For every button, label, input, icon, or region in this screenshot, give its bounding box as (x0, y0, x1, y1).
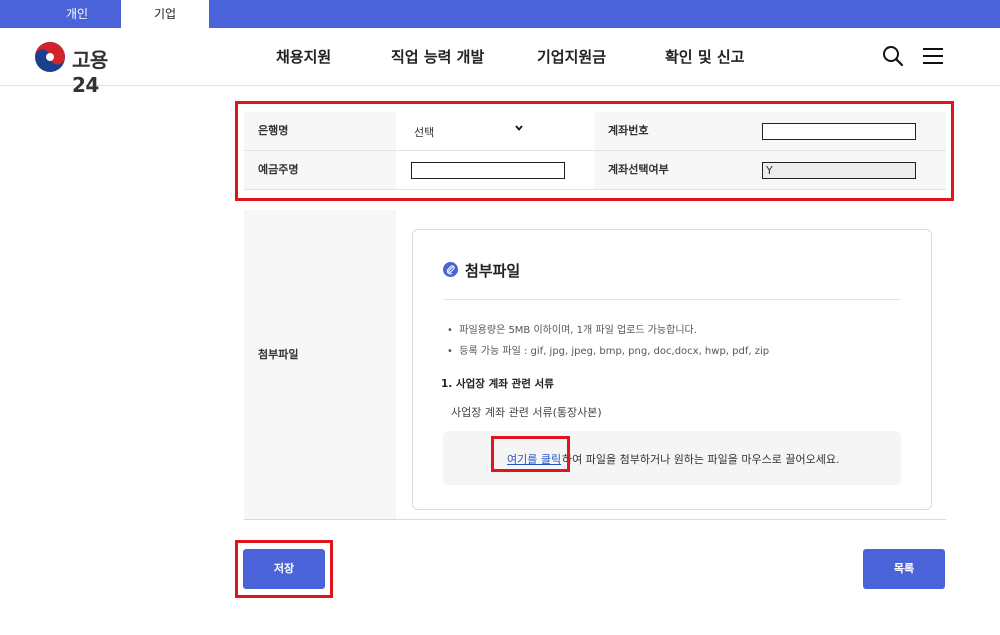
note-file-size-text: 파일용량은 5MB 이하이며, 1개 파일 업로드 가능합니다. (459, 325, 697, 336)
highlight-box-click-here (491, 436, 570, 472)
attachment-row: 첨부파일 첨부파일 • 파일용량은 5MB 이하이며, 1개 파일 업로드 가능… (244, 210, 946, 520)
nav-confirmation-report[interactable]: 확인 및 신고 (665, 46, 744, 67)
nav-job-support[interactable]: 채용지원 (276, 46, 331, 67)
note-file-types-text: 등록 가능 파일 : gif, jpg, jpeg, bmp, png, doc… (459, 346, 770, 357)
site-header: 고용24 채용지원 직업 능력 개발 기업지원금 확인 및 신고 (0, 28, 1000, 97)
highlight-box-save (235, 540, 333, 598)
search-icon[interactable] (882, 45, 904, 67)
highlight-box-form (235, 101, 954, 201)
logo-text: 고용24 (72, 48, 108, 97)
drop-instruction: 하여 파일을 첨부하거나 원하는 파일을 마우스로 끌어오세요. (562, 453, 840, 466)
logo[interactable]: 고용24 (34, 41, 134, 97)
document-section-title: 1. 사업장 계좌 관련 서류 (441, 378, 554, 390)
top-tab-bar: 개인 기업 (0, 0, 1000, 28)
divider (443, 299, 901, 300)
attachment-panel: 첨부파일 • 파일용량은 5MB 이하이며, 1개 파일 업로드 가능합니다. … (412, 229, 932, 510)
tab-corporate[interactable]: 기업 (121, 0, 209, 28)
attachment-title: 첨부파일 (465, 262, 521, 280)
hamburger-menu-icon[interactable] (922, 45, 944, 67)
list-button[interactable]: 목록 (863, 549, 945, 589)
attachment-clip-icon (443, 262, 458, 277)
attachment-row-label: 첨부파일 (244, 210, 396, 519)
tab-personal[interactable]: 개인 (33, 0, 121, 28)
note-file-types: • 등록 가능 파일 : gif, jpg, jpeg, bmp, png, d… (447, 346, 770, 357)
nav-corporate-subsidy[interactable]: 기업지원금 (537, 46, 606, 67)
taegeuk-logo-icon (35, 42, 65, 72)
note-file-size: • 파일용량은 5MB 이하이며, 1개 파일 업로드 가능합니다. (447, 325, 697, 336)
nav-vocational-training[interactable]: 직업 능력 개발 (391, 46, 484, 67)
document-section-desc: 사업장 계좌 관련 서류(통장사본) (451, 406, 602, 419)
